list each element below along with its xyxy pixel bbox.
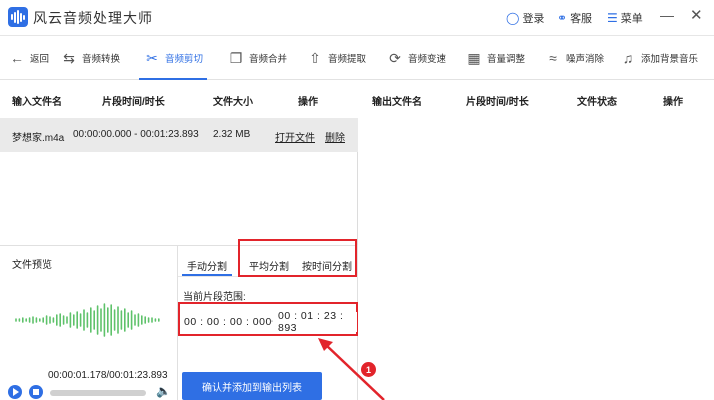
menu-button[interactable]: ☰ 菜单 xyxy=(607,10,643,26)
waveform xyxy=(15,303,160,337)
input-table-header: 输入文件名 片段时间/时长 文件大小 操作 xyxy=(0,80,358,118)
header-output-status: 文件状态 xyxy=(577,97,617,108)
file-preview-panel: 文件预览 00:00:01.178/00:01:23.893 🔈 xyxy=(0,245,178,400)
user-icon: ◯ xyxy=(506,11,520,25)
back-button[interactable]: ← 返回 xyxy=(8,36,49,80)
tool-volume-adjust[interactable]: ▦ 音量调整 xyxy=(465,36,525,80)
input-file-table: 输入文件名 片段时间/时长 文件大小 操作 梦想家.m4a 00:00:00.0… xyxy=(0,80,358,245)
preview-title: 文件预览 xyxy=(12,260,52,271)
app-window: 风云音频处理大师 ◯ 登录 ⚭ 客服 ☰ 菜单 — ✕ ← 返回 ⇆ 音频转换 … xyxy=(0,0,714,400)
service-button[interactable]: ⚭ 客服 xyxy=(557,10,592,26)
playback-progress[interactable] xyxy=(50,390,146,396)
minimize-button[interactable]: — xyxy=(660,7,674,23)
convert-icon: ⇆ xyxy=(63,49,75,66)
close-button[interactable]: ✕ xyxy=(690,6,703,24)
tool-audio-extract[interactable]: ⇧ 音频提取 xyxy=(306,36,366,80)
file-range: 00:00:00.000 - 00:01:23.893 xyxy=(73,129,199,140)
open-file-link[interactable]: 打开文件 xyxy=(275,129,315,144)
feature-toolbar: ← 返回 ⇆ 音频转换 ✂ 音频剪切 ❐ 音频合并 ⇧ 音频提取 ⟳ 音频变速 … xyxy=(0,36,714,80)
annotation-badge: 1 xyxy=(361,362,376,377)
app-logo-icon xyxy=(8,7,28,27)
range-label: 当前片段范围: xyxy=(183,292,246,303)
tool-noise-removal[interactable]: ≈ 噪声消除 xyxy=(544,36,604,80)
app-title: 风云音频处理大师 xyxy=(33,10,153,26)
file-name: 梦想家.m4a xyxy=(12,133,65,144)
speed-icon: ⟳ xyxy=(389,49,401,66)
play-button[interactable] xyxy=(8,385,22,399)
delete-link[interactable]: 删除 xyxy=(325,129,345,144)
noise-icon: ≈ xyxy=(549,50,557,66)
scissors-icon: ✂ xyxy=(146,49,158,66)
tab-manual-split[interactable]: 手动分割 xyxy=(187,258,227,273)
start-time-input[interactable]: 00 : 00 : 00 : 000 xyxy=(184,312,272,332)
headset-icon: ⚭ xyxy=(557,11,568,25)
volume-icon[interactable]: 🔈 xyxy=(156,384,171,398)
header-output-range: 片段时间/时长 xyxy=(466,97,529,108)
split-panel: 手动分割 平均分割 按时间分割 当前片段范围: 00 : 00 : 00 : 0… xyxy=(178,239,358,400)
extract-icon: ⇧ xyxy=(309,49,321,66)
title-bar: 风云音频处理大师 ◯ 登录 ⚭ 客服 ☰ 菜单 — ✕ xyxy=(0,0,714,36)
music-note-icon: ♫ xyxy=(622,50,634,66)
volume-bars-icon: ▦ xyxy=(467,49,481,66)
output-file-table: 输出文件名 片段时间/时长 文件状态 操作 xyxy=(358,80,714,400)
preview-time: 00:00:01.178/00:01:23.893 xyxy=(48,370,168,381)
table-row[interactable]: 梦想家.m4a 00:00:00.000 - 00:01:23.893 2.32… xyxy=(0,118,358,152)
range-separator: - xyxy=(270,316,274,327)
tool-audio-convert[interactable]: ⇆ 音频转换 xyxy=(60,36,120,80)
tool-audio-speed[interactable]: ⟳ 音频变速 xyxy=(386,36,446,80)
menu-icon: ☰ xyxy=(607,11,618,25)
stop-button[interactable] xyxy=(29,385,43,399)
back-arrow-icon: ← xyxy=(10,50,24,66)
end-time-input[interactable]: 00 : 01 : 23 : 893 xyxy=(278,310,357,334)
header-size: 文件大小 xyxy=(213,97,253,108)
confirm-add-button[interactable]: 确认并添加到输出列表 xyxy=(182,372,322,400)
file-size: 2.32 MB xyxy=(213,129,251,140)
tool-audio-cut[interactable]: ✂ 音频剪切 xyxy=(138,36,208,80)
login-button[interactable]: ◯ 登录 xyxy=(506,10,544,26)
header-output-name: 输出文件名 xyxy=(372,97,422,108)
merge-icon: ❐ xyxy=(229,49,243,66)
header-input-name: 输入文件名 xyxy=(12,97,62,108)
highlight-box-tabs xyxy=(238,239,357,277)
header-action: 操作 xyxy=(298,97,318,108)
header-range: 片段时间/时长 xyxy=(102,97,165,108)
tool-audio-merge[interactable]: ❐ 音频合并 xyxy=(227,36,287,80)
tool-add-bgm[interactable]: ♫ 添加背景音乐 xyxy=(619,36,698,80)
header-output-action: 操作 xyxy=(663,97,683,108)
